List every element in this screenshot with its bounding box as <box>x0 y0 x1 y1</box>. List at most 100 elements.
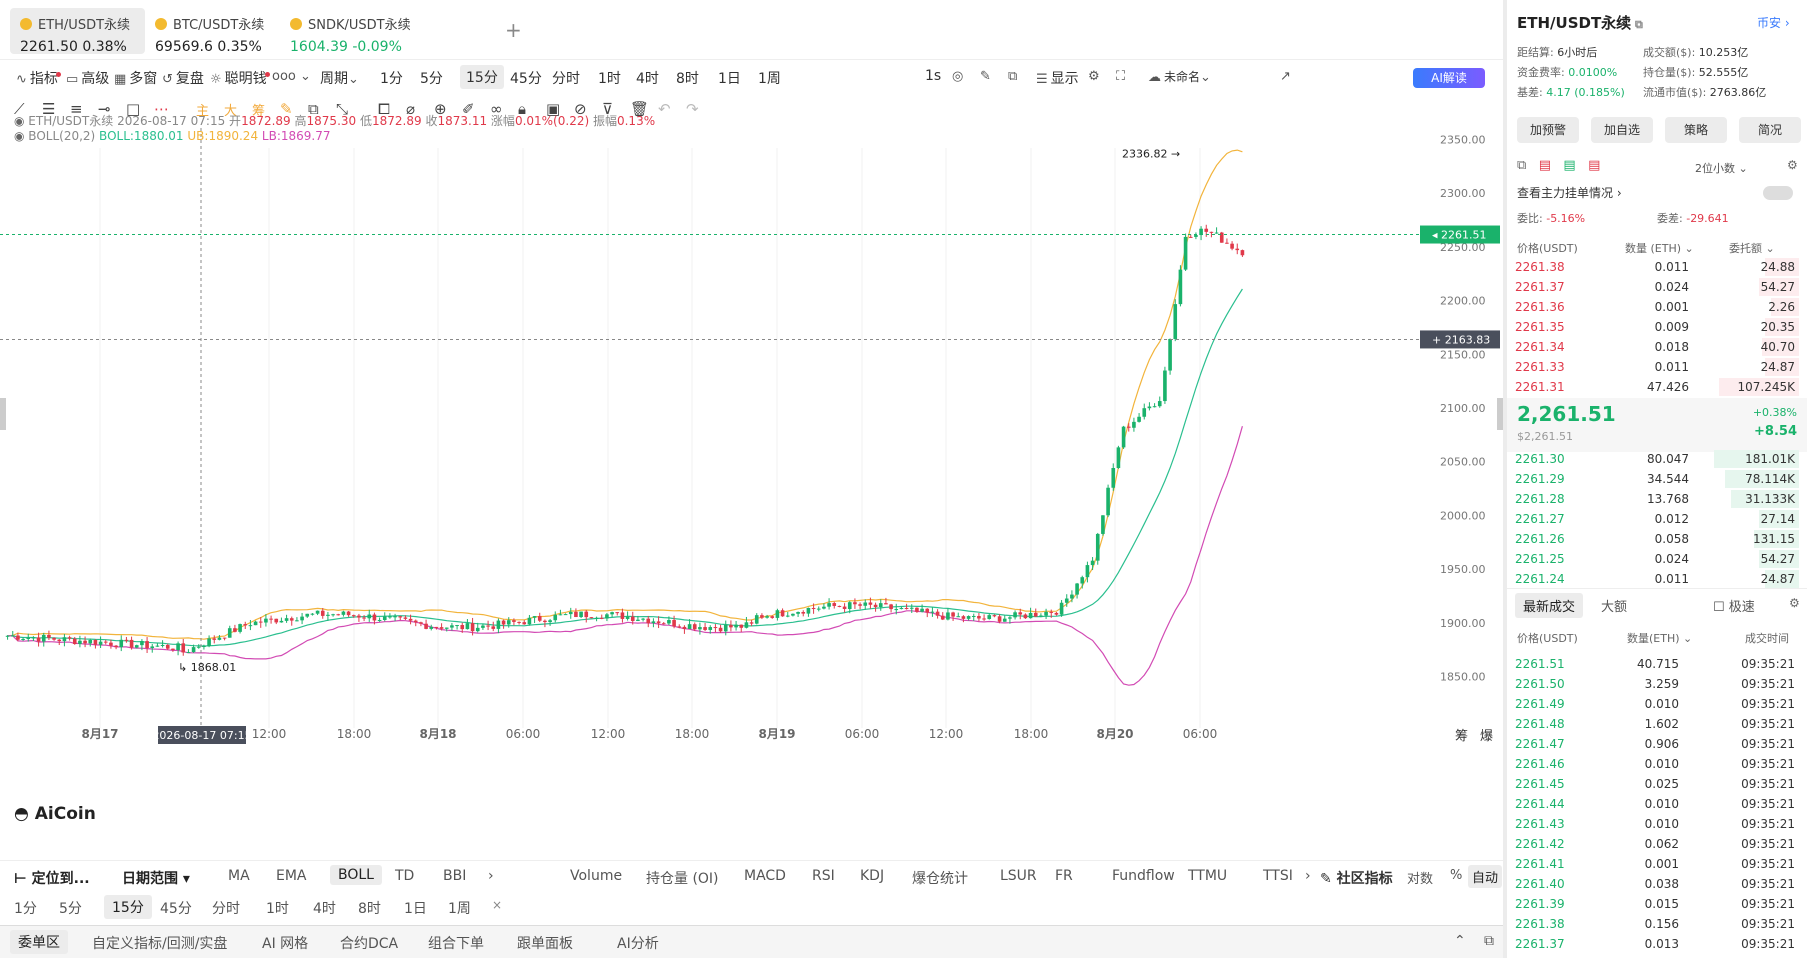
main-indicator-3[interactable]: TD <box>395 868 414 884</box>
camera-icon[interactable]: ◎ <box>952 68 966 84</box>
bottom-tab-0[interactable]: 委单区 <box>10 930 68 954</box>
add-watchlist-button[interactable]: 加自选 <box>1591 117 1653 143</box>
ask-row[interactable]: 2261.31 47.426 107.245K <box>1515 377 1799 397</box>
sub-indicator-0[interactable]: Volume <box>570 868 622 884</box>
fullscreen-icon[interactable]: ⛶ <box>1116 68 1128 84</box>
bottom-tab-6[interactable]: AI分析 <box>617 933 659 953</box>
date-range-dropdown[interactable]: 日期范围 ▾ <box>122 868 190 888</box>
ask-row[interactable]: 2261.35 0.009 20.35 <box>1515 317 1799 337</box>
copy-icon[interactable]: ⧉ <box>1631 18 1643 31</box>
multi-window-button[interactable]: ▦ 多窗 <box>114 68 157 88</box>
smart-money-button[interactable]: ☼ 聪明钱 <box>210 68 270 88</box>
main-indicator-2[interactable]: BOLL <box>330 865 382 885</box>
trade-header-qty[interactable]: 数量(ETH) ⌄ <box>1627 630 1692 646</box>
next-arrow-icon[interactable]: › <box>488 868 494 884</box>
ask-row[interactable]: 2261.38 0.011 24.88 <box>1515 257 1799 277</box>
expand-icon[interactable]: ⧉ <box>1484 933 1494 949</box>
replay-button[interactable]: ↺ 复盘 <box>162 68 204 88</box>
main-orders-link[interactable]: 查看主力挂单情况 › <box>1517 184 1622 201</box>
sub-indicator-8[interactable]: Fundflow <box>1112 868 1175 884</box>
strategy-button[interactable]: 策略 <box>1665 117 1727 143</box>
bottom-tab-1[interactable]: 自定义指标/回测/实盘 <box>92 933 227 953</box>
bottom-tab-4[interactable]: 组合下单 <box>428 933 484 953</box>
bottom-interval-4[interactable]: 分时 <box>212 898 240 918</box>
tab-large-trades[interactable]: 大额 <box>1601 596 1627 615</box>
bottom-interval-3[interactable]: 45分 <box>160 898 192 918</box>
bottom-interval-0[interactable]: 1分 <box>14 898 37 918</box>
interval-9[interactable]: 1周 <box>758 68 781 88</box>
locate-button[interactable]: ⊢ 定位到... <box>14 868 90 888</box>
percent-scale-button[interactable]: % <box>1450 868 1462 883</box>
interval-5[interactable]: 1时 <box>598 68 621 88</box>
display-button[interactable]: ☰ 显示 <box>1036 68 1079 88</box>
ask-row[interactable]: 2261.34 0.018 40.70 <box>1515 337 1799 357</box>
interval-2[interactable]: 15分 <box>460 65 504 89</box>
sub-indicator-6[interactable]: LSUR <box>1000 868 1037 884</box>
sub-indicator-3[interactable]: RSI <box>812 868 835 884</box>
fast-mode-checkbox[interactable]: ☐ 极速 <box>1713 596 1755 615</box>
main-indicator-4[interactable]: BBI <box>443 868 466 884</box>
sub-indicator-10[interactable]: TTSI <box>1263 868 1293 884</box>
interval-4[interactable]: 分时 <box>552 68 580 88</box>
share-icon[interactable]: ↗ <box>1280 68 1294 84</box>
redo-icon[interactable]: ↷ <box>686 100 699 118</box>
log-scale-button[interactable]: 对数 <box>1407 868 1433 887</box>
ticker-tab-sndk[interactable]: SNDK/USDT永续 1604.39 -0.09% <box>280 8 425 55</box>
advanced-button[interactable]: ▭ 高级 <box>66 68 109 88</box>
bid-row[interactable]: 2261.25 0.024 54.27 <box>1515 549 1799 569</box>
interval-0[interactable]: 1分 <box>380 68 403 88</box>
main-indicator-0[interactable]: MA <box>228 868 250 884</box>
ticker-tab-btc[interactable]: BTC/USDT永续 69569.6 0.35% <box>145 8 280 55</box>
bid-row[interactable]: 2261.28 13.768 31.133K <box>1515 489 1799 509</box>
sub-indicator-2[interactable]: MACD <box>744 868 786 884</box>
decimals-dropdown[interactable]: 2位小数 ⌄ <box>1695 160 1748 176</box>
next-arrow-icon[interactable]: › <box>1305 868 1311 884</box>
community-indicator-button[interactable]: ✎ 社区指标 <box>1320 868 1393 888</box>
bid-row[interactable]: 2261.26 0.058 131.15 <box>1515 529 1799 549</box>
bottom-interval-2[interactable]: 15分 <box>104 895 152 919</box>
indicator-button[interactable]: ∿ 指标 <box>16 68 61 88</box>
sub-indicator-7[interactable]: FR <box>1055 868 1073 884</box>
close-icon[interactable]: × <box>492 898 502 912</box>
bottom-tab-2[interactable]: AI 网格 <box>262 933 308 953</box>
ticker-tab-eth[interactable]: ETH/USDT永续 2261.50 0.38% <box>10 8 145 55</box>
bottom-interval-1[interactable]: 5分 <box>59 898 82 918</box>
bottom-interval-7[interactable]: 8时 <box>358 898 381 918</box>
second-interval-button[interactable]: 1s <box>925 68 941 84</box>
interval-7[interactable]: 8时 <box>676 68 699 88</box>
sub-indicator-9[interactable]: TTMU <box>1188 868 1227 884</box>
chart-canvas[interactable]: 2350.002300.002250.002200.002150.002100.… <box>0 128 1503 834</box>
bottom-interval-9[interactable]: 1周 <box>448 898 471 918</box>
trades-settings-icon[interactable]: ⚙ <box>1789 596 1800 610</box>
ask-row[interactable]: 2261.37 0.024 54.27 <box>1515 277 1799 297</box>
bid-row[interactable]: 2261.24 0.011 24.87 <box>1515 569 1799 589</box>
bid-row[interactable]: 2261.29 34.544 78.114K <box>1515 469 1799 489</box>
layout-icon[interactable]: ⧉ <box>1008 68 1020 84</box>
pen-icon[interactable]: ✎ <box>980 68 994 84</box>
overview-button[interactable]: 简况 <box>1739 117 1801 143</box>
main-orders-toggle[interactable] <box>1763 186 1793 200</box>
bottom-interval-8[interactable]: 1日 <box>404 898 427 918</box>
collapse-icon[interactable]: ⌃ <box>1454 933 1466 949</box>
bid-row[interactable]: 2261.30 80.047 181.01K <box>1515 449 1799 469</box>
add-tab-button[interactable]: + <box>505 18 522 42</box>
ask-row[interactable]: 2261.36 0.001 2.26 <box>1515 297 1799 317</box>
interval-3[interactable]: 45分 <box>510 68 542 88</box>
tab-latest-trades[interactable]: 最新成交 <box>1515 593 1584 618</box>
exchange-link[interactable]: 币安 › <box>1757 14 1790 31</box>
template-dropdown[interactable]: ☁ 未命名 ⌄ <box>1148 68 1214 85</box>
sub-indicator-4[interactable]: KDJ <box>860 868 884 884</box>
ob-header-total[interactable]: 委托额 ⌄ <box>1729 240 1775 256</box>
interval-8[interactable]: 1日 <box>718 68 741 88</box>
bottom-tab-3[interactable]: 合约DCA <box>340 933 398 953</box>
ob-header-qty[interactable]: 数量 (ETH) ⌄ <box>1625 240 1694 256</box>
interval-1[interactable]: 5分 <box>420 68 443 88</box>
settings-icon[interactable]: ⚙ <box>1088 68 1103 84</box>
interval-6[interactable]: 4时 <box>636 68 659 88</box>
bottom-interval-5[interactable]: 1时 <box>266 898 289 918</box>
period-dropdown[interactable]: 周期 ⌄ <box>320 68 362 88</box>
legend-eye-icon[interactable]: ◉ <box>14 114 28 128</box>
more-dropdown[interactable]: ooo ⌄ <box>272 68 314 84</box>
candlestick-chart[interactable]: 2350.00 2300.00 2250.00 2200.00 2150.00 2100.… <box>0 114 1503 834</box>
ai-interpret-button[interactable]: AI解读 <box>1413 68 1485 88</box>
